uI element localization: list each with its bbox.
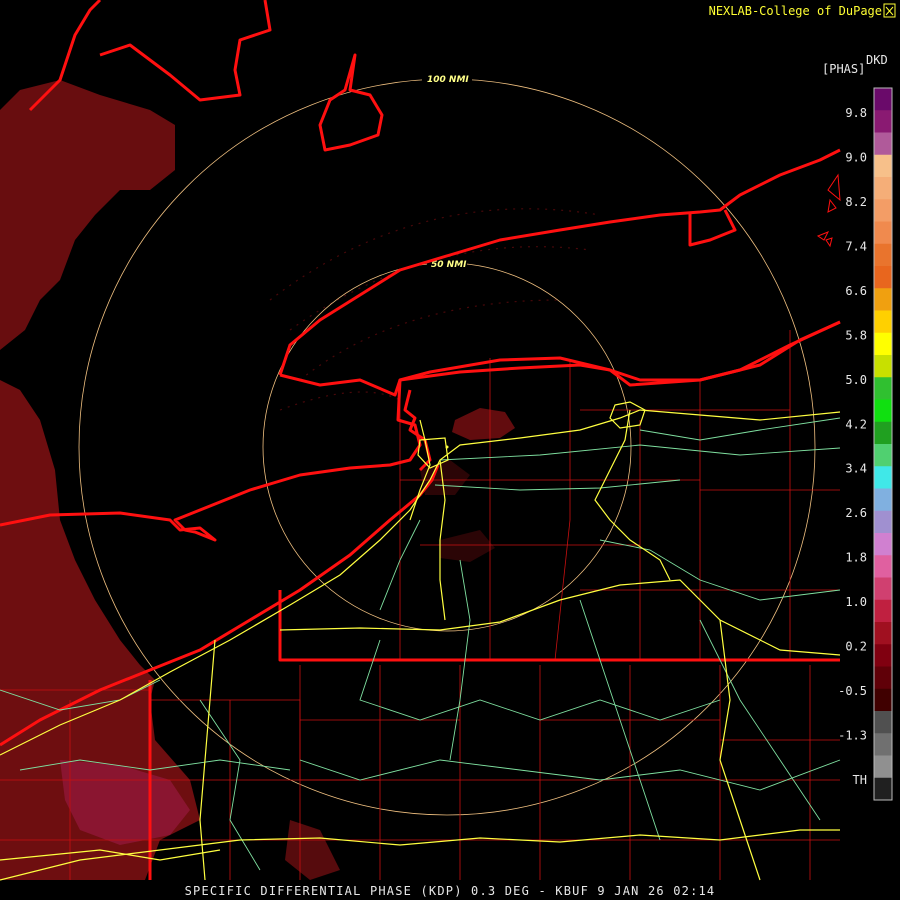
legend-swatch [874,622,892,645]
range-ring-label-50: 50 NMI [431,260,467,270]
image-caption: SPECIFIC DIFFERENTIAL PHASE (KDP) 0.3 DE… [184,884,716,898]
legend-swatch [874,332,892,356]
legend-tick-label: 1.0 [845,595,867,609]
legend-tick-label: 6.6 [845,284,867,298]
legend-tick-label: 1.8 [845,551,867,565]
legend-swatch [874,510,892,534]
highway-i86 [279,579,841,656]
echo-region-northwest [0,80,175,350]
legend-swatch [874,488,892,512]
legend-swatch [874,221,892,245]
legend-swatch [874,243,892,267]
credit-label: NEXLAB-College of DuPage [708,4,882,18]
radar-site-marker [445,445,449,449]
legend-swatch [874,110,892,133]
echo-region-speckle-2 [440,530,495,562]
lake-erie-north-shore [0,320,841,542]
legend-swatch [874,132,892,156]
color-legend-bar [873,87,893,801]
echo-region-speckle-3 [285,820,340,880]
cod-logo-icon [883,3,896,18]
islands [816,173,841,248]
legend-tick-label: 5.8 [845,328,867,342]
legend-tick-label: 5.0 [845,373,867,387]
product-unit: [PHAS] [822,62,866,76]
legend-swatch [874,777,892,801]
ontario-shoreline-east [688,209,737,247]
highway-i390 [594,409,671,581]
legend-swatch [874,644,892,667]
lake-ontario-north-shore [278,148,841,376]
legend-tick-label: 0.2 [845,640,867,654]
legend-swatch [874,666,892,690]
product-code: DKD [866,53,888,67]
legend-tick-label: 8.2 [845,195,867,209]
legend-swatch [874,199,892,222]
legend-tick-label: -1.3 [838,729,867,743]
georgian-bay-shore-2 [99,0,272,102]
legend-swatch [874,555,892,578]
legend-swatch [874,288,892,311]
legend-tick-label: 2.6 [845,506,867,520]
legend-tick-label: -0.5 [838,684,867,698]
legend-swatch [874,355,892,378]
legend-swatch [874,577,892,601]
legend-swatch [874,399,892,423]
legend-swatch [874,177,892,200]
legend-swatch [874,599,892,623]
color-legend-ticks: 9.8 9.0 8.2 7.4 6.6 5.8 5.0 4.2 3.4 2.6 1.8 1.0 0.2 -… [838,106,867,787]
legend-swatch [874,421,892,445]
credit-text: NEXLAB-College of DuPage [709,4,882,18]
legend-swatch [874,377,892,400]
legend-swatch [874,266,892,289]
legend-tick-label: 9.8 [845,106,867,120]
radar-map-canvas: 100 NMI 50 NMI 9.89.08.27.46.65.85.04.23… [0,0,896,881]
legend-swatch [874,88,892,111]
radar-map: 100 NMI 50 NMI 9.8 9.0 8.2 7.4 6.6 5.8 5… [0,0,900,900]
legend-tick-label: 9.0 [845,151,867,165]
legend-swatch [874,154,892,178]
legend-swatch [874,733,892,756]
legend-tick-label: 3.4 [845,462,867,476]
clutter-arcs [269,208,601,411]
legend-tick-label: 7.4 [845,239,867,253]
range-ring-label-100: 100 NMI [427,75,469,85]
legend-swatch [874,466,892,489]
echo-region-near-radar [452,408,515,440]
legend-tick-label: 4.2 [845,417,867,431]
legend-swatch [874,310,892,334]
legend-swatch [874,533,892,556]
legend-swatch [874,688,892,712]
legend-swatch [874,711,892,734]
lake-simcoe-outline [318,53,384,152]
legend-swatch [874,444,892,467]
legend-swatch [874,755,892,779]
legend-tick-label: TH [853,773,867,787]
